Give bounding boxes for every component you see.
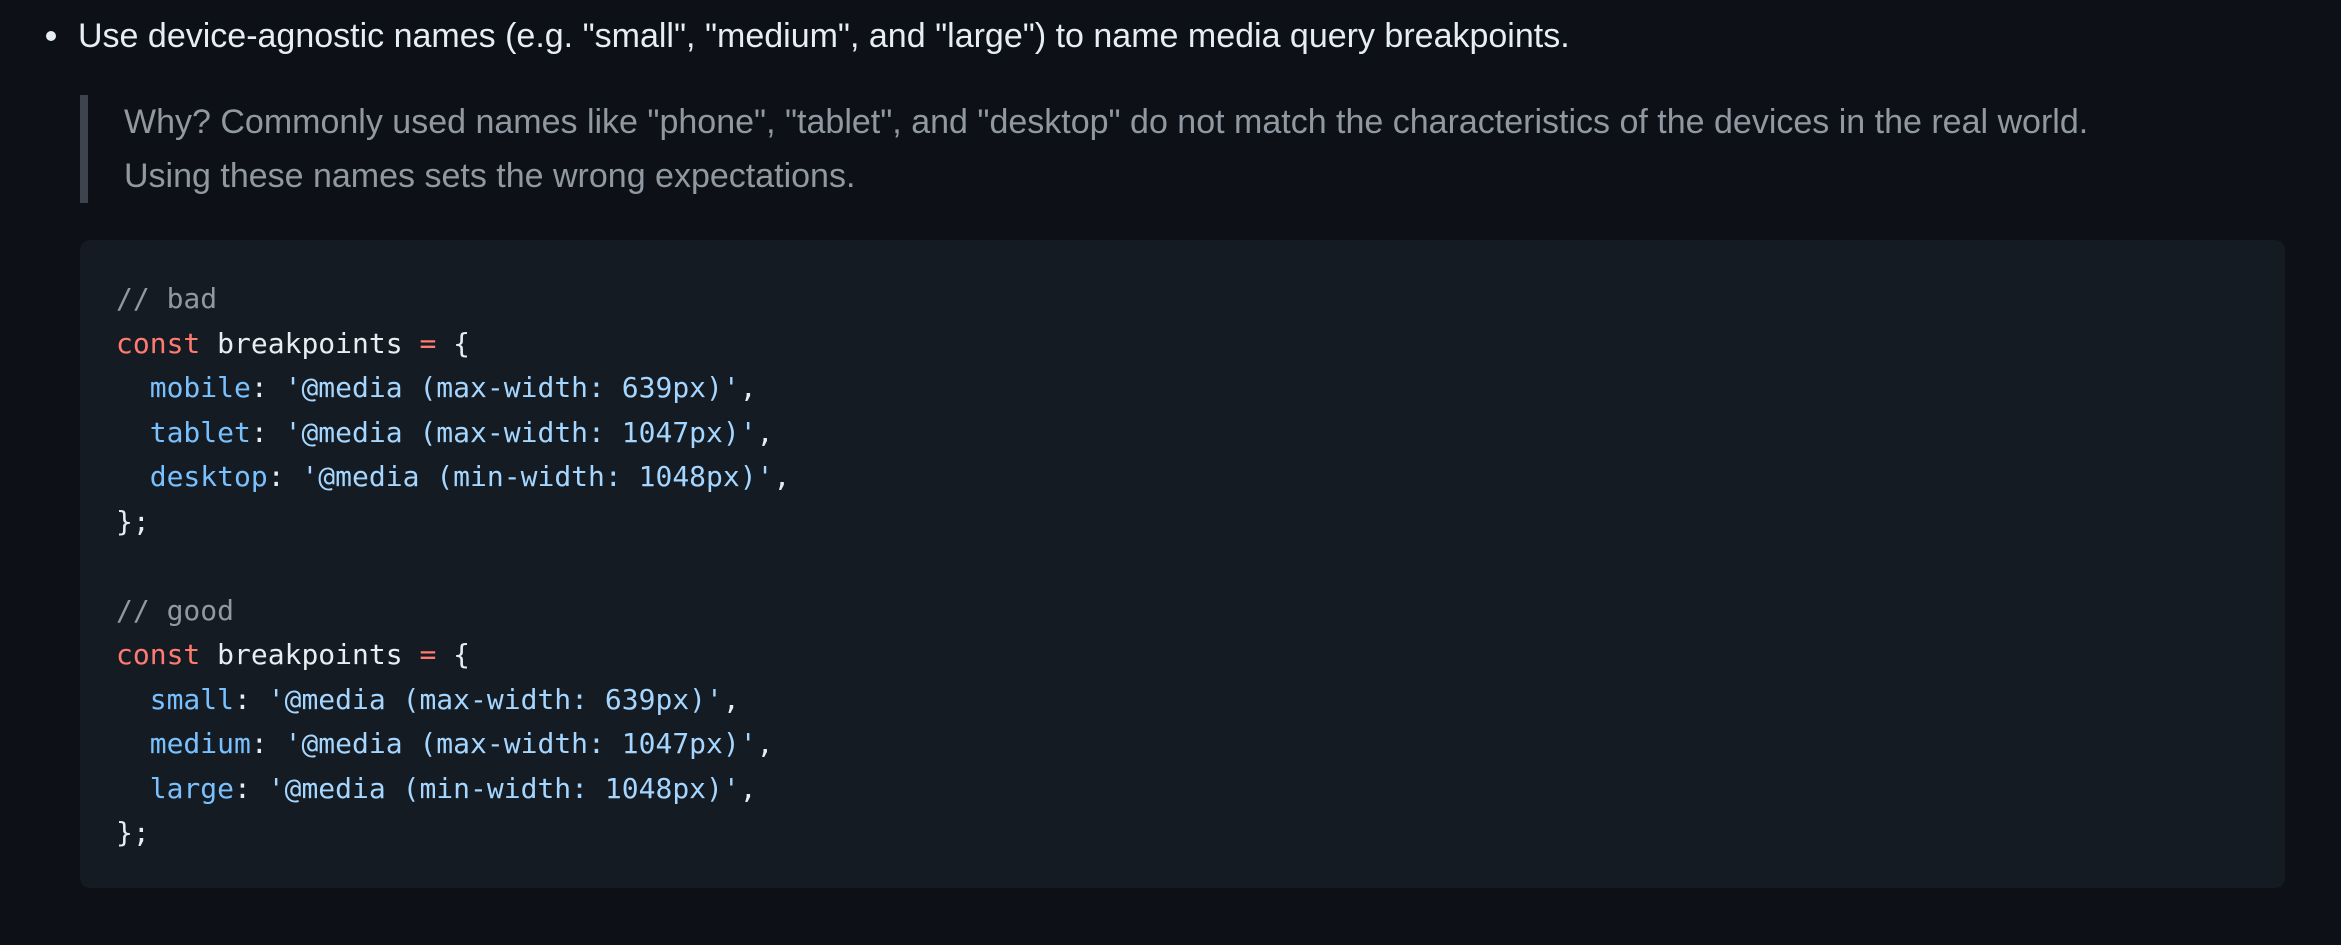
blockquote: Why? Commonly used names like "phone", "… [80,95,2290,203]
code-keyword: const [116,326,201,360]
code-line-bad-comment: // bad [116,277,2285,322]
list-item: Use device-agnostic names (e.g. "small",… [46,12,1570,60]
code-line-good-comment: // good [116,589,2285,634]
code-brace-open: { [453,326,471,360]
list-item-text: Use device-agnostic names (e.g. "small",… [78,17,1570,55]
code-keyword: const [116,638,201,671]
bullet-icon [46,31,56,41]
code-identifier: breakpoints [217,326,403,360]
code-line-good-close: }; [116,811,2285,856]
code-operator: = [419,326,437,360]
code-line-bad-entry-2: tablet: '@media (max-width: 1047px)', [149,415,774,449]
code-brace-open: { [453,638,471,671]
code-comment: // good [116,593,235,627]
code-property: tablet [149,415,251,449]
code-brace-close: }; [116,504,150,538]
code-operator: = [419,638,437,671]
code-line-bad-entry-3: desktop: '@media (min-width: 1048px)', [149,460,791,493]
code-string: '@media (min-width: 1048px)' [301,460,774,493]
code-block[interactable]: // bad const breakpoints = { mobile: '@m… [80,240,2285,888]
code-property: large [149,771,235,805]
code-string: '@media (max-width: 639px)' [284,371,740,404]
code-property: mobile [149,371,251,404]
code-line-good-entry-3: large: '@media (min-width: 1048px)', [149,771,757,805]
code-line-bad-decl: const breakpoints = { [116,322,2285,367]
code-string: '@media (max-width: 639px)' [267,682,723,716]
code-line-good-entry-2: medium: '@media (max-width: 1047px)', [149,727,774,760]
code-comment: // bad [116,282,218,315]
code-line-bad-entry-1: mobile: '@media (max-width: 639px)', [149,371,757,404]
code-line-good-entry-1: small: '@media (max-width: 639px)', [149,682,740,716]
code-brace-close: }; [116,816,150,849]
code-identifier: breakpoints [217,638,403,671]
code-property: medium [149,727,251,760]
code-property: desktop [149,460,268,493]
code-line-bad-close: }; [116,500,2285,545]
code-property: small [149,682,235,716]
code-string: '@media (min-width: 1048px)' [267,771,740,805]
blockquote-line-1: Why? Commonly used names like "phone", "… [124,103,2089,141]
code-line-good-decl: const breakpoints = { [116,633,2285,678]
code-string: '@media (max-width: 1047px)' [284,415,757,449]
code-string: '@media (max-width: 1047px)' [284,727,757,760]
blockquote-line-2: Using these names sets the wrong expecta… [124,157,856,195]
document-page: Use device-agnostic names (e.g. "small",… [0,0,2341,945]
